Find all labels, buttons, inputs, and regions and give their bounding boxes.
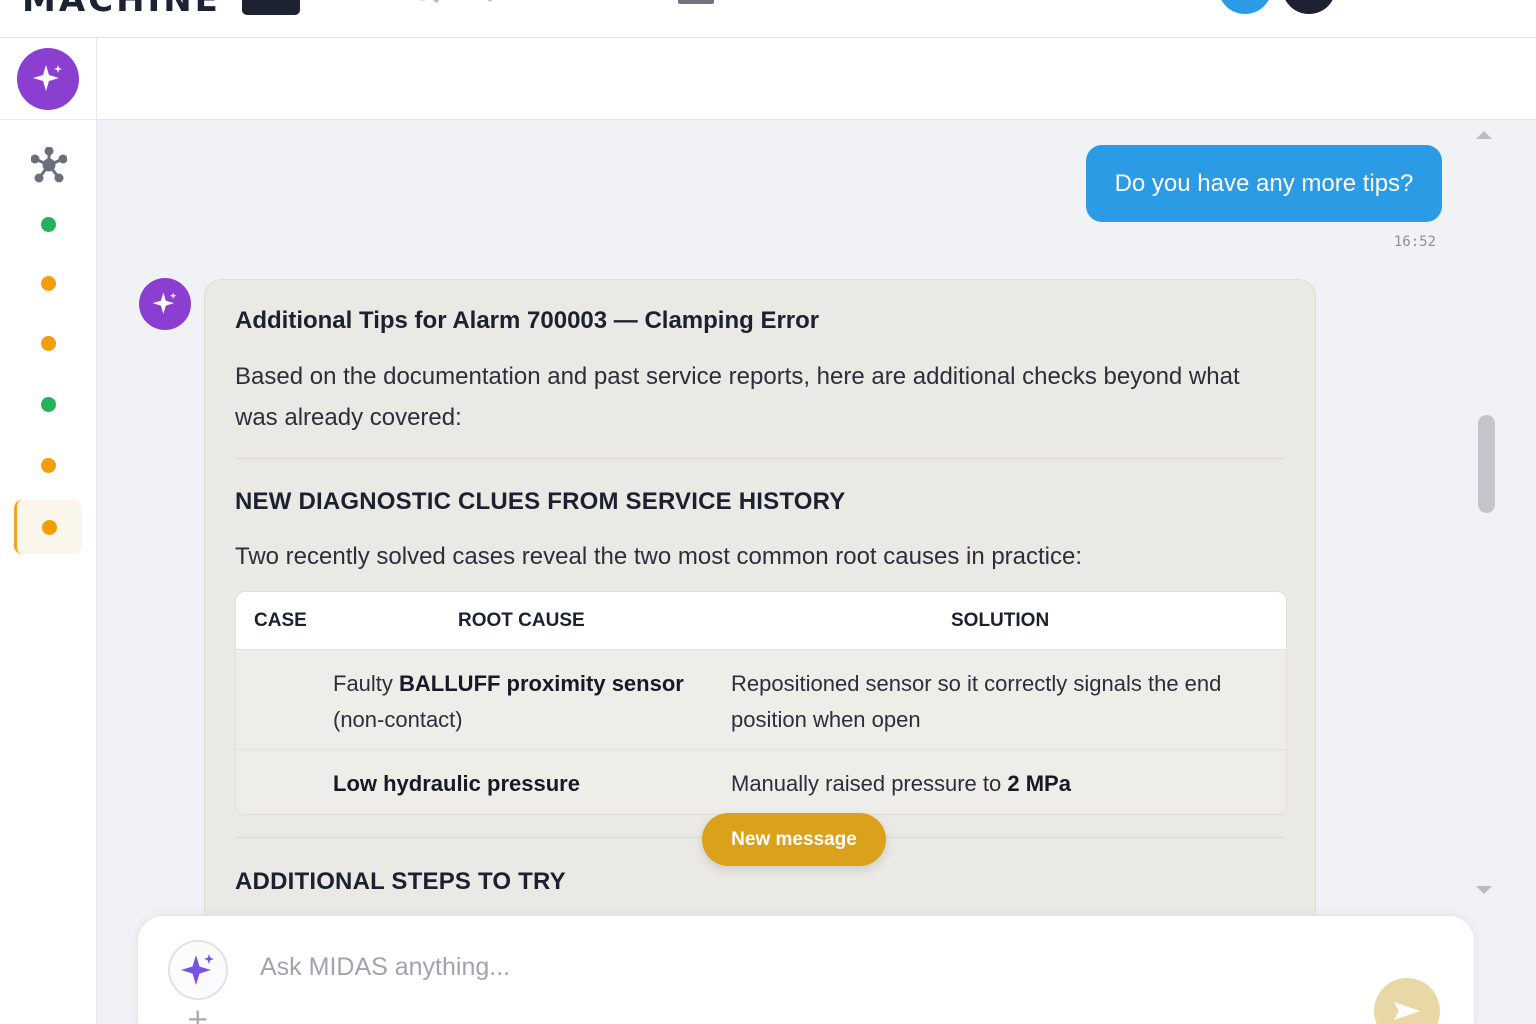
status-dot-green	[40, 216, 56, 232]
account-avatar[interactable]	[1282, 0, 1336, 14]
status-dot-orange	[40, 335, 56, 351]
table-row: Low hydraulic pressure Manually raised p…	[236, 749, 1286, 814]
scroll-up-arrow[interactable]	[1476, 131, 1492, 139]
new-message-button[interactable]: New message	[702, 813, 886, 866]
root-cause-cell: Faulty BALLUFF proximity sensor (non-cont…	[333, 666, 693, 738]
send-button[interactable]	[1374, 978, 1440, 1024]
chevron-icon[interactable]	[1080, 0, 1094, 6]
root-cause-prefix: Faulty	[333, 671, 400, 696]
send-icon	[1394, 1002, 1420, 1020]
solution-prefix: Manually raised pressure to	[731, 771, 1008, 796]
root-cause-highlight: Low hydraulic pressure	[333, 771, 580, 796]
user-avatar[interactable]	[1218, 0, 1272, 14]
rail-item-machine-3[interactable]	[14, 316, 82, 370]
midas-logo[interactable]	[17, 48, 79, 110]
logo-badge	[242, 0, 300, 15]
user-message-bubble: Do you have any more tips?	[1086, 145, 1442, 222]
solution-cell: Manually raised pressure to 2 MPa	[731, 766, 1251, 802]
assistant-message-intro: Based on the documentation and past serv…	[235, 363, 1240, 431]
sparkle-icon	[181, 954, 214, 985]
chat-input[interactable]	[260, 944, 1260, 990]
message-composer: +	[137, 915, 1475, 1024]
rail-item-machine-4[interactable]	[14, 377, 82, 431]
rail-item-machine-1[interactable]	[14, 197, 82, 251]
assistant-avatar	[139, 278, 191, 330]
pin-icon[interactable]	[476, 0, 506, 6]
assistant-message-title: Additional Tips for Alarm 700003 — Clamp…	[235, 307, 820, 334]
main-header	[97, 38, 1536, 120]
column-header-case: CASE	[254, 610, 307, 631]
table-header: CASE ROOT CAUSE SOLUTION	[236, 592, 1286, 649]
chevron-icon[interactable]	[612, 0, 632, 6]
root-cause-suffix: (non-contact)	[333, 707, 463, 732]
root-cause-cell: Low hydraulic pressure	[333, 766, 693, 802]
monitor-icon[interactable]	[678, 0, 714, 4]
section-heading-diagnostic-clues: NEW DIAGNOSTIC CLUES FROM SERVICE HISTOR…	[235, 488, 846, 515]
column-header-solution: SOLUTION	[951, 610, 1050, 631]
rail-item-machine-6-active[interactable]	[14, 500, 82, 554]
scrollbar-thumb[interactable]	[1478, 415, 1495, 513]
rail-item-machine-2[interactable]	[14, 256, 82, 310]
rail-logo-area	[0, 38, 96, 120]
section-text-diagnostic-clues: Two recently solved cases reveal the two…	[235, 543, 1083, 570]
solution-cell: Repositioned sensor so it correctly sign…	[731, 671, 1222, 732]
add-attachment-button[interactable]: +	[186, 1002, 209, 1024]
app-logo: MACHINE	[22, 0, 221, 20]
root-cause-highlight: BALLUFF proximity sensor	[399, 671, 684, 696]
network-hub-icon[interactable]	[31, 147, 67, 183]
assistant-message-card: Additional Tips for Alarm 700003 — Clamp…	[204, 279, 1316, 979]
message-timestamp: 16:52	[1393, 234, 1436, 250]
section-heading-additional-steps: ADDITIONAL STEPS TO TRY	[235, 868, 566, 895]
sparkle-icon	[33, 65, 62, 91]
rail-item-machine-5[interactable]	[14, 438, 82, 492]
settings-icon[interactable]	[1428, 0, 1458, 6]
status-dot-orange	[40, 457, 56, 473]
column-header-root-cause: ROOT CAUSE	[458, 610, 585, 631]
solution-highlight: 2 MPa	[1007, 771, 1071, 796]
status-dot-orange	[40, 275, 56, 291]
left-rail	[0, 38, 97, 1024]
status-dot-green	[40, 396, 56, 412]
composer-sparkle-button[interactable]	[168, 940, 228, 1000]
search-icon[interactable]	[408, 0, 442, 6]
top-bar: MACHINE	[0, 0, 1536, 38]
status-dot-orange	[42, 519, 57, 535]
divider	[235, 458, 1285, 459]
table-row: Faulty BALLUFF proximity sensor (non-cont…	[236, 649, 1286, 749]
service-history-table: CASE ROOT CAUSE SOLUTION Faulty BALLUFF …	[235, 591, 1287, 815]
scroll-down-arrow[interactable]	[1476, 886, 1492, 894]
sparkle-icon	[152, 292, 177, 314]
